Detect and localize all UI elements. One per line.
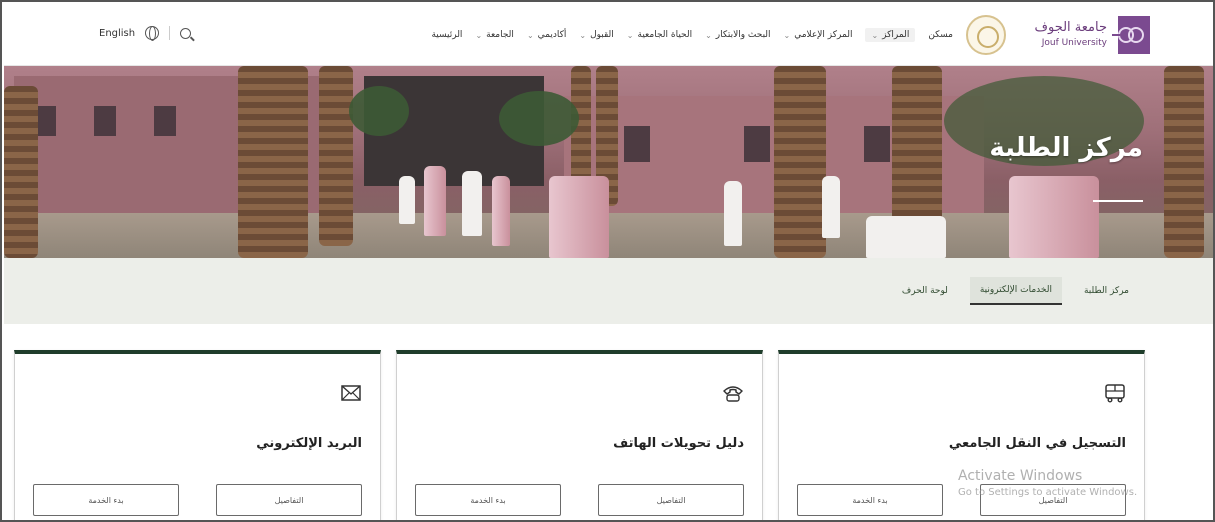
tab-student-center[interactable]: مركز الطلبة [1074, 278, 1139, 304]
activate-windows-watermark: Activate Windows Go to Settings to activ… [958, 468, 1137, 498]
window-shape [154, 106, 176, 136]
window-shape [624, 126, 650, 162]
mail-icon [341, 385, 361, 401]
window-shape [864, 126, 890, 162]
request-service-button[interactable]: بدء الخدمة [33, 484, 179, 516]
request-service-button[interactable]: بدء الخدمة [797, 484, 943, 516]
language-switch[interactable]: English [99, 28, 135, 39]
person-figure [1009, 176, 1099, 258]
tab-e-services[interactable]: الخدمات الإلكترونية [969, 277, 1062, 305]
search-icon[interactable] [180, 27, 192, 39]
window-shape [744, 126, 770, 162]
watermark-title: Activate Windows [958, 468, 1083, 484]
nav-label: المركز الإعلامي [794, 30, 853, 40]
chevron-down-icon: ⌄ [626, 30, 634, 40]
nav-label: المراكز [882, 30, 910, 40]
chevron-down-icon: ⌄ [871, 30, 879, 40]
request-service-button[interactable]: بدء الخدمة [415, 484, 561, 516]
logo-mark-icon [1112, 16, 1150, 54]
details-button[interactable]: التفاصيل [216, 484, 362, 516]
seal-emblem-icon [966, 15, 1006, 55]
chevron-down-icon: ⌄ [705, 30, 712, 40]
nav-label: البحث والابتكار [715, 30, 771, 40]
globe-icon[interactable] [145, 26, 160, 41]
service-card-email: البريد الإلكتروني التفاصيل بدء الخدمة [14, 350, 381, 520]
header-tools: English [99, 26, 192, 41]
details-button[interactable]: التفاصيل [598, 484, 744, 516]
tab-crafts-board[interactable]: لوحة الحرف [892, 278, 958, 304]
nav-label: القبول [590, 30, 614, 40]
window-shape [94, 106, 116, 136]
hero-banner: مركز الطلبة [4, 66, 1213, 258]
person-figure [549, 176, 609, 258]
nav-item-media-center[interactable]: المركز الإعلامي ⌄ [784, 28, 853, 42]
card-title: البريد الإلكتروني [256, 436, 362, 451]
logo-name-arabic: جامعة الجوف [1034, 20, 1108, 35]
divider [169, 26, 171, 40]
palm-frond [499, 91, 579, 146]
service-card-phone: دليل تحويلات الهاتف التفاصيل بدء الخدمة [396, 350, 763, 520]
card-title: التسجيل في النقل الجامعي [948, 436, 1126, 451]
university-logo[interactable]: جامعة الجوف Jouf University [966, 12, 1154, 58]
watermark-subtitle: Go to Settings to activate Windows. [958, 487, 1138, 498]
nav-item-university[interactable]: الجامعة ⌄ [475, 28, 514, 42]
nav-item-research[interactable]: البحث والابتكار ⌄ [705, 28, 770, 42]
site-header: English الرئيسية الجامعة ⌄ أكاديمي ⌄ القبو… [4, 4, 1213, 66]
person-figure [424, 166, 446, 236]
browser-frame: English الرئيسية الجامعة ⌄ أكاديمي ⌄ القبو… [0, 0, 1215, 522]
person-figure [462, 171, 482, 236]
chevron-down-icon: ⌄ [783, 30, 791, 40]
bus-icon [1105, 384, 1125, 403]
nav-label: مسكن [928, 30, 953, 40]
nav-item-home[interactable]: الرئيسية [431, 28, 462, 42]
title-underline [1093, 200, 1143, 202]
nav-item-centers[interactable]: المراكز ⌄ [865, 28, 916, 42]
palm-trunk [774, 66, 826, 258]
person-figure [399, 176, 415, 224]
palm-trunk [4, 86, 38, 258]
nav-label: الحياة الجامعية [637, 30, 693, 40]
person-figure [866, 216, 946, 258]
person-figure [492, 176, 510, 246]
main-nav: الرئيسية الجامعة ⌄ أكاديمي ⌄ القبول ⌄ الحيا… [431, 28, 953, 42]
logo-name-english: Jouf University [1041, 38, 1107, 48]
nav-label: الجامعة [486, 30, 514, 40]
nav-label: أكاديمي [537, 30, 567, 40]
chevron-down-icon: ⌄ [579, 30, 587, 40]
person-figure [822, 176, 840, 238]
tab-list: مركز الطلبة الخدمات الإلكترونية لوحة الح… [892, 277, 1139, 305]
palm-trunk [238, 66, 308, 258]
nav-label: الرئيسية [431, 30, 463, 40]
chevron-down-icon: ⌄ [526, 30, 534, 40]
palm-trunk [892, 66, 942, 236]
chevron-down-icon: ⌄ [475, 30, 483, 40]
palm-frond [349, 86, 409, 136]
palm-trunk [319, 66, 353, 246]
card-title: دليل تحويلات الهاتف [613, 436, 744, 451]
person-figure [724, 181, 742, 246]
nav-item-academic[interactable]: أكاديمي ⌄ [527, 28, 566, 42]
page-title: مركز الطلبة [989, 133, 1143, 163]
nav-item-housing[interactable]: مسكن [928, 28, 953, 42]
nav-item-campus-life[interactable]: الحياة الجامعية ⌄ [627, 28, 692, 42]
palm-trunk [1164, 66, 1204, 258]
nav-item-admission[interactable]: القبول ⌄ [579, 28, 613, 42]
phone-icon [723, 386, 743, 402]
